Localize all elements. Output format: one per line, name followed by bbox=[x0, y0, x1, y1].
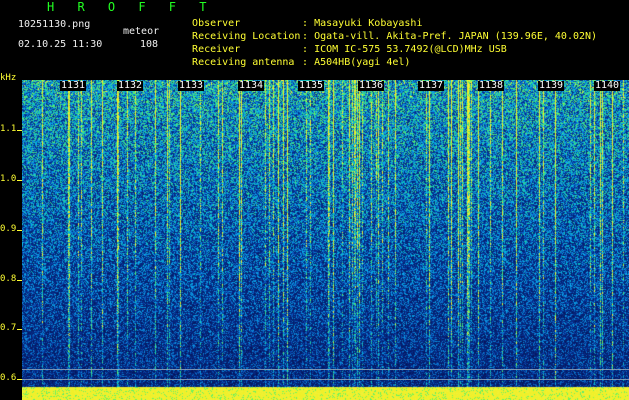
time-label: 1133 bbox=[178, 80, 205, 91]
time-label: 1140 bbox=[594, 80, 621, 91]
info-colon: : bbox=[302, 57, 315, 68]
reference-line bbox=[22, 379, 629, 380]
y-tick-label: 1.1 bbox=[0, 124, 17, 134]
reference-line bbox=[22, 369, 629, 370]
info-label: Receiving antenna bbox=[192, 57, 295, 68]
info-value: A504HB(yagi 4el) bbox=[314, 57, 411, 68]
filename-label: 10251130.png bbox=[18, 19, 91, 30]
y-tick-label: 0.8 bbox=[0, 274, 17, 284]
datetime-label: 02.10.25 11:30 bbox=[18, 39, 103, 50]
y-axis-unit: kHz bbox=[0, 73, 17, 83]
time-label: 1137 bbox=[418, 80, 445, 91]
time-label: 1132 bbox=[117, 80, 144, 91]
info-row-antenna: Receiving antenna: A504HB(yagi 4el) bbox=[180, 43, 410, 69]
spectrogram bbox=[22, 80, 629, 400]
y-tick-label: 0.9 bbox=[0, 224, 17, 234]
time-label: 1138 bbox=[478, 80, 505, 91]
y-tick-label: 0.7 bbox=[0, 323, 17, 333]
time-label: 1139 bbox=[538, 80, 565, 91]
y-tick bbox=[17, 329, 22, 330]
y-tick bbox=[17, 230, 22, 231]
spectrogram-canvas bbox=[22, 80, 629, 400]
y-tick-label: 0.6 bbox=[0, 373, 17, 383]
time-label: 1131 bbox=[60, 80, 87, 91]
y-tick bbox=[17, 180, 22, 181]
y-tick bbox=[17, 130, 22, 131]
meteor-count: 108 bbox=[140, 39, 159, 50]
mode-label: meteor bbox=[123, 26, 160, 37]
y-tick-label: 1.0 bbox=[0, 174, 17, 184]
time-label: 1136 bbox=[358, 80, 385, 91]
y-tick bbox=[17, 280, 22, 281]
time-label: 1135 bbox=[298, 80, 325, 91]
time-label: 1134 bbox=[238, 80, 265, 91]
